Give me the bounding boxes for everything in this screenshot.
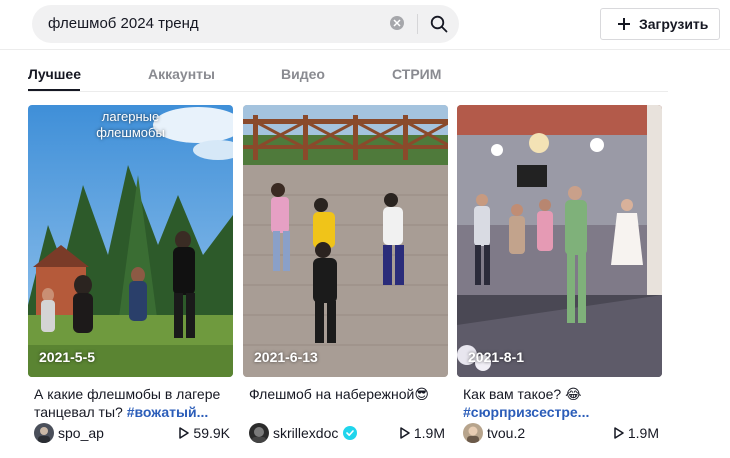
banquet-hall-scene-image [457, 105, 662, 377]
upload-button[interactable]: Загрузить [600, 8, 720, 40]
view-count: 1.9M [614, 425, 659, 441]
tab-top[interactable]: Лучшее [28, 66, 81, 82]
camp-scene-image [28, 105, 233, 377]
avatar[interactable] [249, 423, 269, 443]
video-overlay-text: лагерные флешмобы [28, 109, 233, 141]
view-count: 59.9K [179, 425, 230, 441]
username[interactable]: tvou.2 [487, 425, 525, 441]
avatar[interactable] [463, 423, 483, 443]
search-input[interactable]: флешмоб 2024 тренд [48, 15, 199, 32]
tab-accounts[interactable]: Аккаунты [148, 66, 215, 82]
hashtag-link[interactable]: #сюрпризсестре... [463, 404, 589, 420]
top-bar: флешмоб 2024 тренд Загрузить [0, 0, 730, 50]
boardwalk-scene-image [243, 105, 448, 377]
hashtag-link[interactable]: #вожатый... [127, 404, 209, 420]
clear-icon[interactable] [390, 16, 404, 30]
video-thumbnail[interactable]: 2021-6-13 [243, 105, 448, 377]
search-bar[interactable]: флешмоб 2024 тренд [32, 5, 459, 43]
video-thumbnail[interactable]: лагерные флешмобы 2021-5-5 [28, 105, 233, 377]
play-icon [614, 427, 624, 439]
active-tab-indicator [28, 89, 80, 91]
video-date: 2021-5-5 [39, 349, 96, 365]
overlay-line: лагерные [101, 109, 160, 124]
video-date: 2021-6-13 [254, 349, 318, 365]
username[interactable]: spo_ap [58, 425, 104, 441]
username[interactable]: skrillexdoc [273, 425, 338, 441]
upload-label: Загрузить [639, 16, 709, 32]
video-thumbnail[interactable]: 2021-8-1 [457, 105, 662, 377]
play-icon [400, 427, 410, 439]
view-count: 1.9M [400, 425, 445, 441]
overlay-line: флешмобы [96, 125, 165, 140]
avatar[interactable] [34, 423, 54, 443]
views-value: 1.9M [413, 425, 445, 441]
video-meta: tvou.2 1.9M [463, 423, 659, 445]
views-value: 1.9M [627, 425, 659, 441]
search-tabs: Лучшее Аккаунты Видео СТРИМ [28, 60, 668, 92]
verified-badge-icon [343, 426, 357, 440]
video-date: 2021-8-1 [468, 349, 525, 365]
video-description[interactable]: Как вам такое? 😂 #сюрпризсестре... [463, 385, 659, 421]
search-divider [417, 14, 418, 34]
tab-videos[interactable]: Видео [281, 66, 325, 82]
play-icon [179, 427, 190, 439]
video-description[interactable]: А какие флешмобы в лагере танцевал ты? #… [34, 385, 230, 421]
description-text: Как вам такое? 😂 [463, 386, 582, 402]
description-text: Флешмоб на набережной😎 [249, 386, 429, 402]
plus-icon [617, 16, 631, 37]
video-description[interactable]: Флешмоб на набережной😎 [249, 385, 445, 403]
tab-live[interactable]: СТРИМ [392, 66, 441, 82]
views-value: 59.9K [193, 425, 230, 441]
video-meta: spo_ap 59.9K [34, 423, 230, 445]
video-meta: skrillexdoc 1.9M [249, 423, 445, 445]
search-icon[interactable] [426, 11, 452, 37]
